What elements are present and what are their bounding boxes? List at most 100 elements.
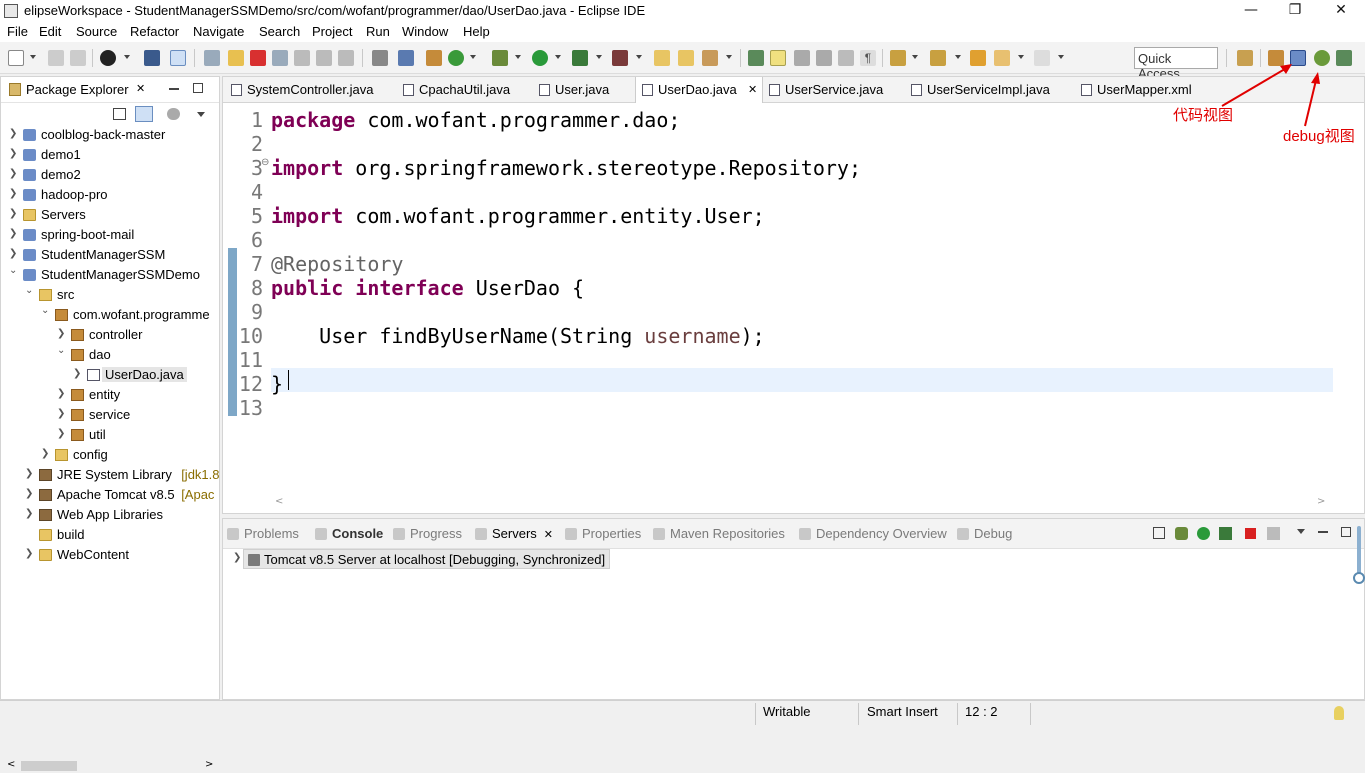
search-dropdown-icon[interactable] — [726, 55, 732, 59]
menu-help[interactable]: Help — [463, 24, 490, 39]
tree-item[interactable]: ❯ UserDao.java — [1, 365, 219, 385]
start-debug-server-icon[interactable] — [1175, 527, 1188, 540]
package-explorer-close-icon[interactable]: ✕ — [136, 82, 145, 95]
external-tools-icon[interactable] — [612, 50, 628, 66]
new-dropdown-icon[interactable] — [30, 55, 36, 59]
new-java-package-icon[interactable] — [426, 50, 442, 66]
chevron-right-icon[interactable]: ❯ — [9, 128, 17, 139]
run-icon[interactable] — [532, 50, 548, 66]
quick-access-input[interactable]: Quick Access — [1134, 47, 1218, 81]
debug-icon[interactable] — [492, 50, 508, 66]
new-icon[interactable] — [8, 50, 24, 66]
close-button[interactable]: ✕ — [1318, 0, 1364, 22]
view-menu-icon[interactable] — [197, 112, 205, 117]
editor-tab[interactable]: CpachaUtil.java — [397, 77, 529, 103]
scroll-left-icon[interactable]: < — [7, 759, 15, 770]
mark-occurrences-icon[interactable] — [770, 50, 786, 66]
view-menu-icon[interactable] — [1297, 529, 1305, 534]
maximize-view-icon[interactable] — [193, 83, 203, 93]
scroll-right-icon[interactable]: > — [205, 759, 213, 770]
java-ee-perspective-icon[interactable] — [1268, 50, 1284, 66]
search-icon[interactable] — [702, 50, 718, 66]
tree-item[interactable]: ❯ demo2 — [1, 165, 219, 185]
maximize-button[interactable]: ❐ — [1272, 0, 1318, 22]
tree-item[interactable]: ❯ Servers — [1, 205, 219, 225]
collapse-all-icon[interactable] — [113, 108, 126, 120]
tree-item[interactable]: ❯ JRE System Library [jdk1.8. — [1, 465, 219, 485]
profile-dropdown-icon[interactable] — [124, 55, 130, 59]
maximize-view-icon[interactable] — [1341, 527, 1351, 537]
tree-item[interactable]: ❯ util — [1, 425, 219, 445]
menu-source[interactable]: Source — [76, 24, 117, 39]
chevron-down-icon[interactable]: ⌄ — [25, 285, 33, 296]
chevron-right-icon[interactable]: ❯ — [25, 548, 33, 559]
chevron-right-icon[interactable]: ❯ — [57, 428, 65, 439]
chevron-right-icon[interactable]: ❯ — [57, 388, 65, 399]
profile-server-icon[interactable] — [1219, 527, 1232, 540]
debug-dropdown-icon[interactable] — [515, 55, 521, 59]
menu-search[interactable]: Search — [259, 24, 300, 39]
bottom-tab[interactable]: Console — [315, 526, 383, 541]
disconnect-icon[interactable] — [272, 50, 288, 66]
profile-icon[interactable] — [100, 50, 116, 66]
coverage-icon[interactable] — [572, 50, 588, 66]
chevron-right-icon[interactable]: ❯ — [25, 508, 33, 519]
editor-vertical-scrollbar[interactable] — [1334, 104, 1364, 494]
tree-item[interactable]: ⌄ dao — [1, 345, 219, 365]
tree-item[interactable]: ⌄ src — [1, 285, 219, 305]
scrollbar-thumb[interactable] — [21, 761, 77, 771]
tree-item[interactable]: ❯ Apache Tomcat v8.5 [Apac — [1, 485, 219, 505]
save-icon[interactable] — [48, 50, 64, 66]
code-area[interactable]: package com.wofant.programmer.dao; import… — [271, 104, 1334, 494]
stop-server-icon[interactable] — [1245, 528, 1256, 539]
tree-item[interactable]: ❯ StudentManagerSSM — [1, 245, 219, 265]
bottom-tab[interactable]: Properties — [565, 526, 641, 541]
step-return-icon[interactable] — [338, 50, 354, 66]
tab-close-icon[interactable]: ✕ — [748, 83, 757, 96]
chevron-right-icon[interactable]: ❯ — [9, 208, 17, 219]
insert-mode-status[interactable]: Smart Insert — [867, 704, 938, 719]
tree-item[interactable]: ⌄ StudentManagerSSMDemo — [1, 265, 219, 285]
chevron-right-icon[interactable]: ❯ — [9, 188, 17, 199]
menu-project[interactable]: Project — [312, 24, 352, 39]
menu-refactor[interactable]: Refactor — [130, 24, 179, 39]
bottom-tab[interactable]: Maven Repositories — [653, 526, 785, 541]
coverage-dropdown-icon[interactable] — [596, 55, 602, 59]
open-task-icon[interactable] — [678, 50, 694, 66]
bottom-tab[interactable]: Servers ✕ — [475, 526, 553, 541]
chevron-right-icon[interactable]: ❯ — [9, 148, 17, 159]
editor-tab[interactable]: SystemController.java — [225, 77, 393, 103]
menu-window[interactable]: Window — [402, 24, 448, 39]
forward-dropdown-icon[interactable] — [1058, 55, 1064, 59]
editor-tab[interactable]: UserMapper.xml — [1075, 77, 1209, 103]
editor-tab[interactable]: UserService.java — [763, 77, 901, 103]
toggle-breadcrumb-icon[interactable] — [748, 50, 764, 66]
editor-horizontal-scrollbar[interactable]: < > — [271, 495, 1334, 513]
chevron-right-icon[interactable]: ❯ — [57, 328, 65, 339]
skip-breakpoints-icon[interactable] — [170, 50, 186, 66]
step-into-icon[interactable] — [294, 50, 310, 66]
editor-tab[interactable]: UserServiceImpl.java — [905, 77, 1071, 103]
bottom-tab[interactable]: Dependency Overview — [799, 526, 947, 541]
chevron-right-icon[interactable]: ❯ — [57, 408, 65, 419]
tree-item[interactable]: ❯ service — [1, 405, 219, 425]
run-dropdown-icon[interactable] — [555, 55, 561, 59]
chevron-down-icon[interactable]: ⌄ — [57, 345, 65, 356]
chevron-right-icon[interactable]: ❯ — [233, 552, 241, 563]
resume-icon[interactable] — [204, 50, 220, 66]
word-wrap-icon[interactable] — [794, 50, 810, 66]
show-whitespace-icon[interactable] — [838, 50, 854, 66]
tree-item[interactable]: ❯ hadoop-pro — [1, 185, 219, 205]
last-edit-location-icon[interactable] — [970, 50, 986, 66]
chevron-right-icon[interactable]: ❯ — [25, 468, 33, 479]
open-perspective-icon[interactable] — [1237, 50, 1253, 66]
use-step-filters-icon[interactable] — [372, 50, 388, 66]
horizontal-scrollbar[interactable]: < > — [7, 759, 215, 773]
focus-on-active-task-icon[interactable] — [167, 108, 180, 120]
editor-tab[interactable]: User.java — [533, 77, 631, 103]
bottom-tab[interactable]: Debug — [957, 526, 1012, 541]
other-perspective-icon[interactable] — [1336, 50, 1352, 66]
minimize-view-icon[interactable] — [169, 88, 179, 90]
menu-run[interactable]: Run — [366, 24, 390, 39]
chevron-right-icon[interactable]: ❯ — [9, 228, 17, 239]
